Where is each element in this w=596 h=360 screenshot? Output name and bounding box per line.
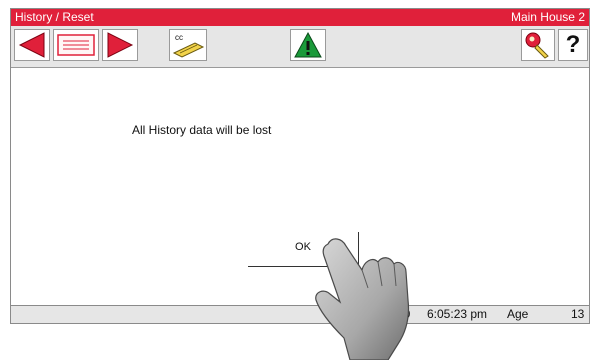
location-name: Main House 2 [510,10,585,24]
screen-title: History / Reset [15,10,94,24]
cc-calibration-button[interactable]: cc [169,29,207,61]
age-value: 13 [571,307,585,321]
previous-button[interactable] [14,29,50,61]
pointing-hand-icon [315,238,410,360]
alarm-button[interactable] [290,29,326,61]
title-bar: History / Reset Main House 2 [11,9,589,26]
status-bar: 10 6:05:23 pm Age 13 [11,305,589,323]
age-label: Age [507,307,529,321]
list-icon [57,34,95,56]
help-icon: ? [565,31,581,58]
next-arrow-icon [107,32,134,58]
access-key-button[interactable] [521,29,555,61]
dialog-content: All History data will be lost OK [11,68,589,304]
cc-calibration-icon: cc [172,33,205,58]
key-icon [525,32,549,59]
help-button[interactable]: ? [558,29,588,61]
warning-triangle-icon [294,31,322,58]
warning-message: All History data will be lost [132,123,272,137]
next-button[interactable] [102,29,138,61]
clock-time: 6:05:23 pm [427,307,488,321]
app-screen: History / Reset Main House 2 cc ? All Hi… [10,8,590,324]
toolbar: cc ? [11,26,589,68]
svg-text:cc: cc [175,33,183,42]
list-button[interactable] [53,29,99,61]
previous-arrow-icon [18,32,45,58]
